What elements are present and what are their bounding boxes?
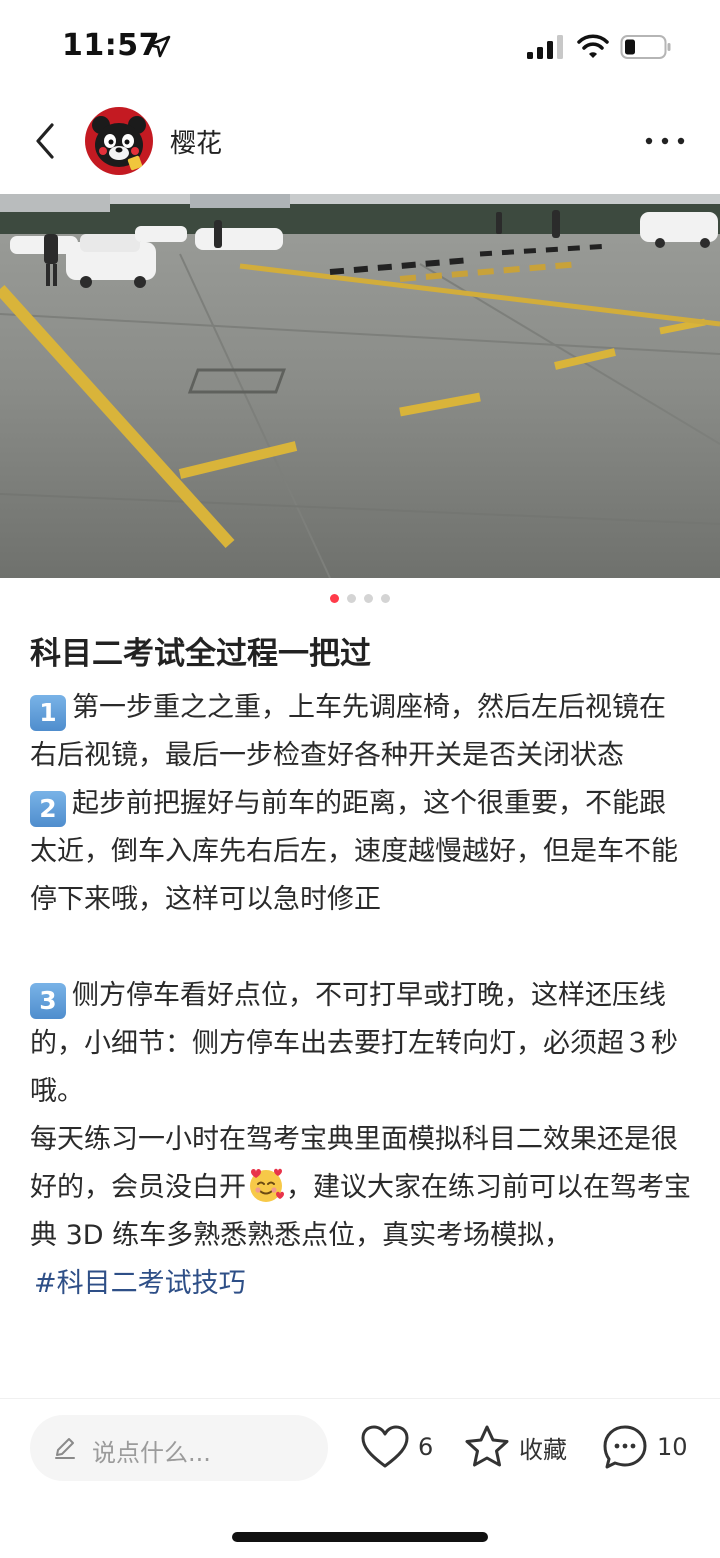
hashtag-row: #科目二考试技巧 <box>30 1260 692 1308</box>
home-indicator[interactable] <box>232 1532 488 1542</box>
like-count: 6 <box>418 1433 434 1461</box>
keycap-number-badge: 2 <box>30 791 66 827</box>
carousel-indicator <box>0 594 720 608</box>
comment-button[interactable]: 10 <box>601 1419 688 1475</box>
comment-input[interactable]: 说点什么... <box>30 1415 328 1481</box>
post-step-text: 侧方停车看好点位，不可打早或打晚，这样还压线的，小细节：侧方停车出去要打左转向灯… <box>30 980 678 1107</box>
pencil-icon <box>55 1438 75 1459</box>
carousel-dot[interactable] <box>381 594 390 603</box>
carousel-dot[interactable] <box>347 594 356 603</box>
comment-count: 10 <box>657 1433 688 1461</box>
post-step-3: 3 侧方停车看好点位，不可打早或打晚，这样还压线的，小细节：侧方停车出去要打左转向… <box>30 972 692 1116</box>
hashtag-link[interactable]: #科目二考试技巧 <box>34 1268 246 1299</box>
chat-bubble-icon <box>603 1425 647 1469</box>
wifi-icon <box>577 34 609 58</box>
keycap-number-badge: 3 <box>30 983 66 1019</box>
star-icon <box>465 1425 509 1467</box>
carousel-dot[interactable] <box>364 594 373 603</box>
battery-icon <box>620 35 671 59</box>
post-step-text: 起步前把握好与前车的距离，这个很重要，不能跟太近，倒车入库先右后左，速度越慢越好… <box>30 788 678 915</box>
comment-placeholder: 说点什么... <box>92 1439 211 1467</box>
favorite-button[interactable]: 收藏 <box>463 1419 567 1475</box>
carousel-dot-active[interactable] <box>330 594 339 603</box>
post-step-1: 1 第一步重之之重，上车先调座椅，然后左后视镜在右后视镜，最后一步检查好各种开关是… <box>30 684 692 780</box>
post-step-2: 2 起步前把握好与前车的距离，这个很重要，不能跟太近，倒车入库先右后左，速度越慢越… <box>30 780 692 924</box>
heart-icon <box>361 1425 409 1468</box>
status-bar: 11:57 <box>0 0 720 92</box>
post-title: 科目二考试全过程一把过 <box>30 636 371 672</box>
parking-lot-photo <box>0 194 720 578</box>
location-arrow-icon <box>147 35 171 58</box>
keycap-number-badge: 1 <box>30 695 66 731</box>
cellular-signal-icon <box>527 35 563 59</box>
bear-avatar-image <box>85 107 153 175</box>
post-closing: 每天练习一小时在驾考宝典里面模拟科目二效果还是很好的，会员没白开 ，建议大家在练… <box>30 1116 692 1260</box>
back-chevron-icon[interactable] <box>30 121 60 161</box>
avatar[interactable] <box>85 107 153 175</box>
post-photo[interactable] <box>0 194 720 578</box>
post-body: 1 第一步重之之重，上车先调座椅，然后左后视镜在右后视镜，最后一步检查好各种开关是… <box>30 684 692 1308</box>
username[interactable]: 樱花 <box>170 123 222 160</box>
smiling-face-hearts-emoji-icon <box>250 1168 284 1202</box>
favorite-label: 收藏 <box>519 1435 567 1464</box>
more-dots-icon[interactable] <box>643 131 687 151</box>
post-step-text: 第一步重之之重，上车先调座椅，然后左后视镜在右后视镜，最后一步检查好各种开关是否… <box>30 692 666 771</box>
post-header: 樱花 <box>0 95 720 190</box>
like-button[interactable]: 6 <box>360 1419 433 1475</box>
bottom-action-bar: 说点什么... 6 收藏 10 <box>0 1398 720 1498</box>
